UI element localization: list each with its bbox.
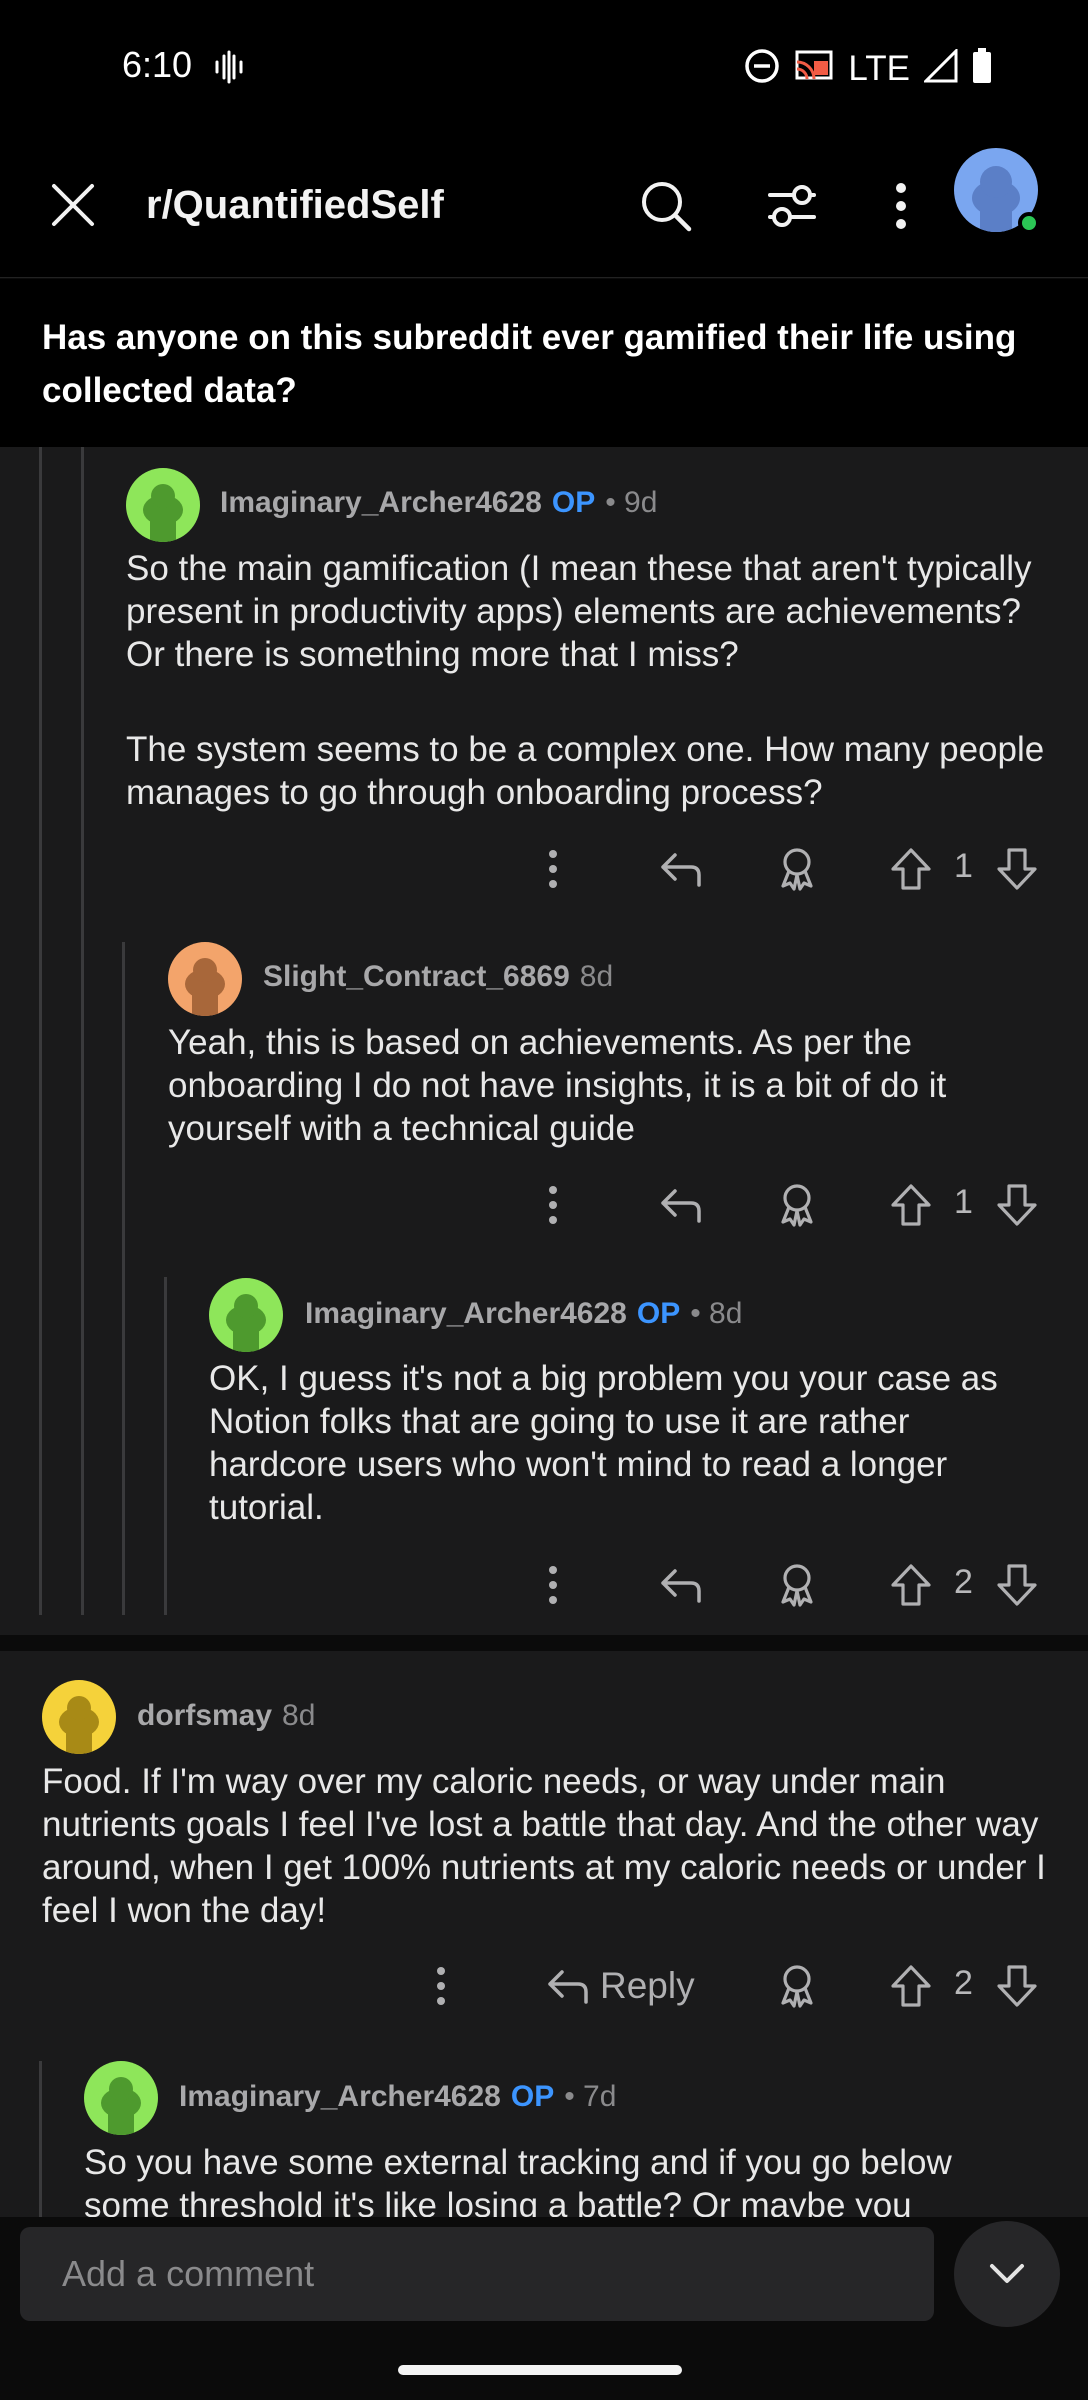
- comment-meta: Slight_Contract_6869 8d: [263, 960, 613, 994]
- thread-line[interactable]: [39, 447, 42, 1615]
- more-options-icon[interactable]: [426, 1956, 456, 2016]
- comment-actions: 1: [0, 839, 1088, 899]
- comment-meta: Imaginary_Archer4628 OP • 9d: [220, 486, 657, 520]
- thread-line[interactable]: [122, 942, 125, 1615]
- status-time: 6:10: [122, 44, 193, 85]
- vote-count: 1: [954, 1183, 973, 1221]
- comment-paragraph: So you have some external tracking and i…: [84, 2143, 952, 2225]
- op-badge: OP: [636, 1297, 681, 1330]
- search-icon[interactable]: [640, 180, 692, 237]
- comment-age: 8d: [579, 960, 614, 993]
- vote-count: 2: [954, 1563, 973, 1601]
- comment-body: Yeah, this is based on achievements. As …: [168, 1021, 1048, 1150]
- comment-paragraph: Yeah, this is based on achievements. As …: [168, 1023, 947, 1148]
- vote-count: 1: [954, 847, 973, 885]
- home-indicator[interactable]: [398, 2365, 682, 2375]
- reply-button[interactable]: Reply: [546, 1956, 695, 2016]
- comment-age: • 7d: [564, 2080, 617, 2113]
- subreddit-title[interactable]: r/QuantifiedSelf: [146, 183, 444, 228]
- avatar[interactable]: [168, 942, 242, 1016]
- downvote-icon[interactable]: [992, 1956, 1042, 2016]
- online-indicator: [1018, 212, 1040, 234]
- comment-actions: 2: [0, 1555, 1088, 1615]
- avatar[interactable]: [126, 468, 200, 542]
- comment-paragraph: OK, I guess it's not a big problem you y…: [209, 1359, 998, 1527]
- comment-meta: Imaginary_Archer4628 OP • 7d: [179, 2080, 616, 2114]
- comment-age: • 8d: [690, 1297, 743, 1330]
- award-icon[interactable]: [772, 1956, 822, 2016]
- app-header: r/QuantifiedSelf: [0, 130, 1088, 278]
- thread-line[interactable]: [81, 447, 84, 1615]
- more-options-icon[interactable]: [538, 1555, 568, 1615]
- network-type: LTE: [848, 48, 910, 88]
- comment-age: • 9d: [605, 486, 658, 519]
- reply-icon[interactable]: [656, 1175, 706, 1235]
- signal-icon: [922, 47, 958, 88]
- close-icon[interactable]: [50, 182, 96, 233]
- reply-icon: [548, 1970, 588, 2004]
- comment-age: 8d: [282, 1699, 316, 1732]
- dnd-icon: [744, 48, 780, 89]
- upvote-icon[interactable]: [886, 1956, 936, 2016]
- author-name[interactable]: Slight_Contract_6869: [263, 960, 570, 993]
- comment-meta: dorfsmay 8d: [137, 1699, 315, 1733]
- upvote-icon[interactable]: [886, 1555, 936, 1615]
- avatar[interactable]: [42, 1680, 116, 1754]
- comment-body: So you have some external tracking and i…: [84, 2141, 1044, 2227]
- downvote-icon[interactable]: [992, 1555, 1042, 1615]
- thread-line[interactable]: [39, 2061, 42, 2221]
- status-bar: 6:10 LTE: [0, 0, 1088, 130]
- collapse-button[interactable]: [954, 2221, 1060, 2327]
- comment-bar: [0, 2217, 1088, 2400]
- reply-icon[interactable]: [656, 1555, 706, 1615]
- reply-label: Reply: [600, 1965, 695, 2006]
- award-icon[interactable]: [772, 1175, 822, 1235]
- battery-icon: [972, 48, 992, 89]
- comment-body: Food. If I'm way over my caloric needs, …: [42, 1760, 1052, 1932]
- status-icons: LTE: [744, 47, 992, 89]
- avatar[interactable]: [209, 1278, 283, 1352]
- upvote-icon[interactable]: [886, 1175, 936, 1235]
- upvote-icon[interactable]: [886, 839, 936, 899]
- comment-actions: 1: [0, 1175, 1088, 1235]
- award-icon[interactable]: [772, 1555, 822, 1615]
- more-options-icon[interactable]: [538, 839, 568, 899]
- more-vert-icon[interactable]: [888, 180, 914, 237]
- downvote-icon[interactable]: [992, 1175, 1042, 1235]
- chevron-down-icon: [990, 2264, 1024, 2283]
- vibrate-icon: [214, 50, 244, 89]
- comment-input[interactable]: [20, 2227, 934, 2321]
- reply-icon[interactable]: [656, 839, 706, 899]
- avatar[interactable]: [84, 2061, 158, 2135]
- author-name[interactable]: Imaginary_Archer4628: [305, 1297, 627, 1330]
- filter-icon[interactable]: [766, 180, 818, 237]
- thread-separator: [0, 1635, 1088, 1651]
- author-name[interactable]: Imaginary_Archer4628: [220, 486, 542, 519]
- comment-actions: Reply 2: [0, 1956, 1088, 2016]
- author-name[interactable]: Imaginary_Archer4628: [179, 2080, 501, 2113]
- comment-body: So the main gamification (I mean these t…: [126, 547, 1046, 814]
- award-icon[interactable]: [772, 839, 822, 899]
- comment-paragraph: Food. If I'm way over my caloric needs, …: [42, 1762, 1046, 1930]
- post-title-bar: Has anyone on this subreddit ever gamifi…: [0, 279, 1088, 447]
- comment-body: OK, I guess it's not a big problem you y…: [209, 1357, 1029, 1529]
- op-badge: OP: [510, 2080, 555, 2113]
- author-name[interactable]: dorfsmay: [137, 1699, 272, 1732]
- vote-count: 2: [954, 1964, 973, 2002]
- comment-paragraph: So the main gamification (I mean these t…: [126, 549, 1032, 674]
- comment-paragraph: The system seems to be a complex one. Ho…: [126, 730, 1045, 812]
- cast-icon: [794, 49, 834, 88]
- op-badge: OP: [551, 486, 596, 519]
- comment-meta: Imaginary_Archer4628 OP • 8d: [305, 1297, 742, 1331]
- comment-list: Imaginary_Archer4628 OP • 9d So the main g…: [0, 447, 1088, 2225]
- downvote-icon[interactable]: [992, 839, 1042, 899]
- post-title[interactable]: Has anyone on this subreddit ever gamifi…: [42, 311, 1042, 417]
- more-options-icon[interactable]: [538, 1175, 568, 1235]
